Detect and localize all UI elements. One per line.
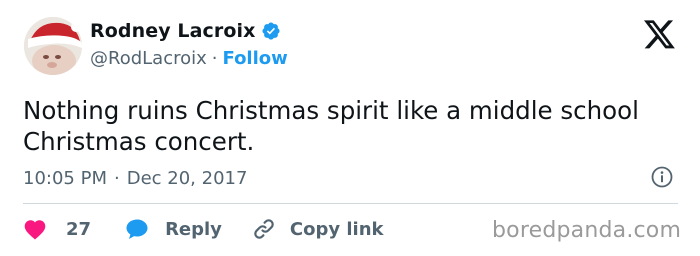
tweet-timestamp[interactable]: 10:05 PM · Dec 20, 2017	[23, 168, 247, 189]
author-handle-row: @RodLacroix · Follow	[90, 48, 288, 69]
copy-link-button[interactable]: Copy link	[252, 217, 384, 241]
tweet-text: Nothing ruins Christmas spirit like a mi…	[23, 96, 639, 156]
like-button[interactable]: 27	[23, 218, 91, 240]
divider	[23, 203, 678, 204]
tweet-date: Dec 20, 2017	[126, 168, 248, 189]
author-name[interactable]: Rodney Lacroix	[90, 20, 255, 42]
timestamp-separator: ·	[113, 168, 120, 189]
tweet-time: 10:05 PM	[23, 168, 107, 189]
action-bar: 27 Reply Copy link	[23, 217, 384, 241]
speech-bubble-icon	[125, 217, 149, 241]
info-icon[interactable]	[651, 166, 673, 188]
tweet-card: Rodney Lacroix @RodLacroix · Follow Noth…	[0, 0, 700, 256]
author-handle[interactable]: @RodLacroix	[90, 48, 207, 69]
reply-label: Reply	[165, 218, 222, 240]
author-name-row: Rodney Lacroix	[90, 20, 281, 42]
avatar-image	[24, 17, 82, 75]
watermark: boredpanda.com	[492, 218, 682, 243]
verified-badge-icon	[261, 21, 281, 41]
like-count: 27	[66, 218, 92, 240]
link-icon	[252, 217, 276, 241]
x-logo-icon[interactable]	[644, 20, 676, 50]
handle-separator: ·	[211, 48, 218, 69]
copy-link-label: Copy link	[289, 218, 384, 240]
follow-button[interactable]: Follow	[223, 48, 288, 69]
avatar[interactable]	[24, 17, 82, 75]
reply-button[interactable]: Reply	[125, 217, 222, 241]
heart-icon	[23, 218, 47, 240]
